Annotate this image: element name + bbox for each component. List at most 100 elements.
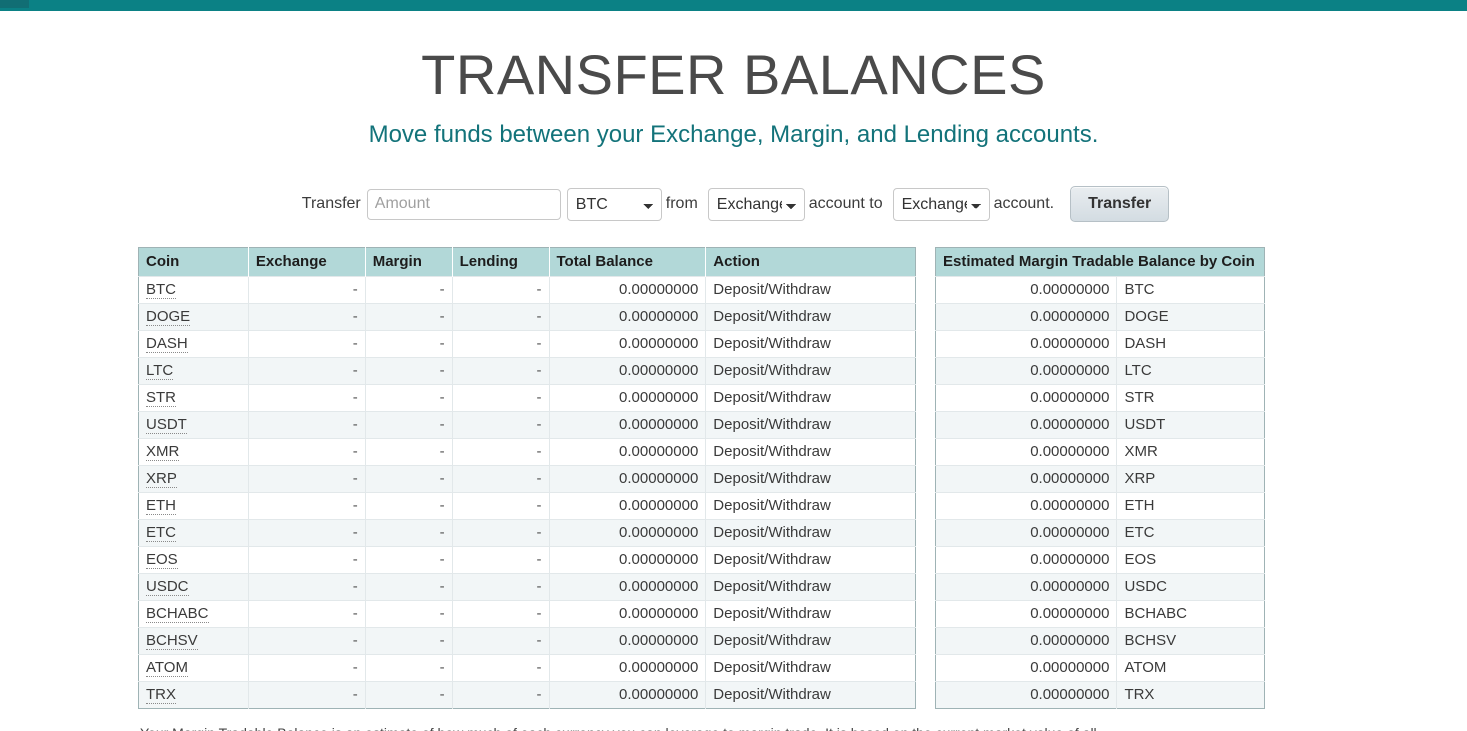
cell-margin-tradable-value: 0.00000000: [935, 573, 1118, 601]
cell-total-balance: 0.00000000: [549, 330, 707, 358]
cell-exchange: -: [248, 357, 366, 385]
coin-link-bchsv[interactable]: BCHSV: [146, 632, 198, 651]
page-subtitle: Move funds between your Exchange, Margin…: [368, 121, 1099, 149]
transfer-label: Transfer: [301, 195, 361, 213]
coin-link-eth[interactable]: ETH: [146, 497, 176, 516]
coin-link-btc[interactable]: BTC: [146, 281, 176, 300]
cell-coin: TRX: [138, 681, 249, 709]
cell-total-balance: 0.00000000: [549, 465, 707, 493]
coin-link-xrp[interactable]: XRP: [146, 470, 177, 489]
cell-margin-tradable-value: 0.00000000: [935, 357, 1118, 385]
cell-margin: -: [365, 627, 453, 655]
cell-coin: ATOM: [138, 654, 249, 682]
cell-coin: BTC: [138, 276, 249, 304]
cell-action[interactable]: Deposit/Withdraw: [705, 465, 916, 493]
cell-margin-tradable-value: 0.00000000: [935, 627, 1118, 655]
cell-margin-tradable-coin: BTC: [1116, 276, 1265, 304]
cell-action[interactable]: Deposit/Withdraw: [705, 438, 916, 466]
table-row: XRP - - -0.00000000 Deposit/Withdraw: [138, 465, 916, 493]
balances-table: Coin Exchange Margin Lending Total Balan…: [138, 247, 916, 710]
margin-table-body: 0.00000000 BTC 0.00000000 DOGE 0.00000000 DAS…: [935, 276, 1265, 709]
cell-action[interactable]: Deposit/Withdraw: [705, 384, 916, 412]
table-row: 0.00000000 XMR: [935, 438, 1265, 466]
cell-lending: -: [452, 600, 550, 628]
cell-lending: -: [452, 357, 550, 385]
table-row: ETC - - -0.00000000 Deposit/Withdraw: [138, 519, 916, 547]
from-account-select[interactable]: Exchange: [707, 187, 805, 221]
cell-coin: USDC: [138, 573, 249, 601]
amount-input[interactable]: [366, 188, 561, 220]
cell-coin: ETC: [138, 519, 249, 547]
cell-margin-tradable-coin: USDC: [1116, 573, 1265, 601]
cell-total-balance: 0.00000000: [549, 411, 707, 439]
coin-link-etc[interactable]: ETC: [146, 524, 176, 543]
cell-coin: DASH: [138, 330, 249, 358]
cell-lending: -: [452, 411, 550, 439]
tables-row: Coin Exchange Margin Lending Total Balan…: [0, 247, 1467, 710]
cell-exchange: -: [248, 681, 366, 709]
cell-lending: -: [452, 276, 550, 304]
coin-link-trx[interactable]: TRX: [146, 686, 176, 705]
coin-link-usdt[interactable]: USDT: [146, 416, 187, 435]
cell-action[interactable]: Deposit/Withdraw: [705, 357, 916, 385]
cell-margin: -: [365, 519, 453, 547]
cell-exchange: -: [248, 654, 366, 682]
coin-link-str[interactable]: STR: [146, 389, 176, 408]
page-title: TRANSFER BALANCES: [421, 43, 1046, 106]
table-row: 0.00000000 ATOM: [935, 654, 1265, 682]
cell-action[interactable]: Deposit/Withdraw: [705, 492, 916, 520]
cell-margin-tradable-value: 0.00000000: [935, 303, 1118, 331]
cell-total-balance: 0.00000000: [549, 438, 707, 466]
table-row: 0.00000000 XRP: [935, 465, 1265, 493]
coin-link-atom[interactable]: ATOM: [146, 659, 188, 678]
coin-link-eos[interactable]: EOS: [146, 551, 178, 570]
cell-margin: -: [365, 573, 453, 601]
cell-lending: -: [452, 546, 550, 574]
cell-action[interactable]: Deposit/Withdraw: [705, 411, 916, 439]
cell-action[interactable]: Deposit/Withdraw: [705, 627, 916, 655]
to-account-select[interactable]: Exchange: [892, 187, 990, 221]
coin-link-usdc[interactable]: USDC: [146, 578, 189, 597]
cell-lending: -: [452, 384, 550, 412]
cell-action[interactable]: Deposit/Withdraw: [705, 573, 916, 601]
coin-link-ltc[interactable]: LTC: [146, 362, 174, 381]
cell-action[interactable]: Deposit/Withdraw: [705, 303, 916, 331]
page-container: TRANSFER BALANCES Move funds between you…: [0, 11, 1467, 731]
table-row: 0.00000000 BCHSV: [935, 627, 1265, 655]
column-header-margin-tradable: Estimated Margin Tradable Balance by Coi…: [935, 247, 1265, 277]
from-label: from: [665, 195, 698, 213]
cell-action[interactable]: Deposit/Withdraw: [705, 330, 916, 358]
cell-exchange: -: [248, 627, 366, 655]
transfer-submit-button[interactable]: Transfer: [1070, 186, 1170, 223]
cell-exchange: -: [248, 492, 366, 520]
cell-action[interactable]: Deposit/Withdraw: [705, 519, 916, 547]
cell-action[interactable]: Deposit/Withdraw: [705, 276, 916, 304]
cell-total-balance: 0.00000000: [549, 492, 707, 520]
coin-select[interactable]: BTC: [566, 187, 662, 221]
cell-margin-tradable-coin: ETH: [1116, 492, 1265, 520]
column-header-margin: Margin: [365, 247, 453, 277]
table-row: USDC - - -0.00000000 Deposit/Withdraw: [138, 573, 916, 601]
table-row: 0.00000000 ETC: [935, 519, 1265, 547]
cell-coin: ETH: [138, 492, 249, 520]
coin-link-doge[interactable]: DOGE: [146, 308, 191, 327]
cell-coin: XMR: [138, 438, 249, 466]
cell-lending: -: [452, 519, 550, 547]
coin-link-bchabc[interactable]: BCHABC: [146, 605, 209, 624]
cell-margin-tradable-coin: XRP: [1116, 465, 1265, 493]
account-to-label: account to: [808, 195, 883, 213]
cell-action[interactable]: Deposit/Withdraw: [705, 546, 916, 574]
table-row: LTC - - -0.00000000 Deposit/Withdraw: [138, 357, 916, 385]
coin-link-dash[interactable]: DASH: [146, 335, 188, 354]
cell-action[interactable]: Deposit/Withdraw: [705, 681, 916, 709]
coin-link-xmr[interactable]: XMR: [146, 443, 180, 462]
table-row: 0.00000000 DASH: [935, 330, 1265, 358]
cell-lending: -: [452, 573, 550, 601]
table-row: 0.00000000 ETH: [935, 492, 1265, 520]
cell-action[interactable]: Deposit/Withdraw: [705, 654, 916, 682]
cell-coin: BCHSV: [138, 627, 249, 655]
cell-margin-tradable-coin: TRX: [1116, 681, 1265, 709]
cell-action[interactable]: Deposit/Withdraw: [705, 600, 916, 628]
cell-margin: -: [365, 681, 453, 709]
cell-coin: USDT: [138, 411, 249, 439]
